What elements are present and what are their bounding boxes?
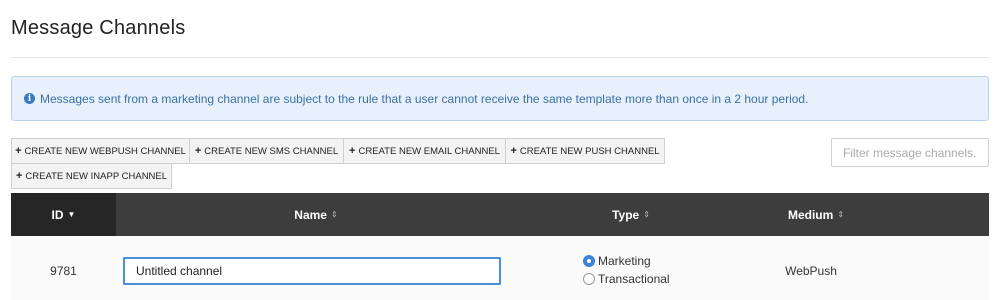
radio-checked-icon xyxy=(583,255,595,267)
plus-icon: + xyxy=(15,170,23,182)
table-row: 9781 Marketing Transactional WebPush xyxy=(11,236,989,300)
row-medium: WebPush xyxy=(785,264,837,278)
info-text: Messages sent from a marketing channel a… xyxy=(40,91,809,106)
button-label: CREATE NEW WEBPUSH CHANNEL xyxy=(24,145,186,157)
create-inapp-channel-button[interactable]: + CREATE NEW INAPP CHANNEL xyxy=(11,163,172,189)
filter-input[interactable] xyxy=(831,138,989,167)
plus-icon: + xyxy=(194,145,202,157)
create-email-channel-button[interactable]: + CREATE NEW EMAIL CHANNEL xyxy=(343,138,506,164)
column-header-name[interactable]: Name ⇕ xyxy=(116,193,516,236)
sort-icon: ⇕ xyxy=(643,210,650,219)
plus-icon: + xyxy=(510,145,517,157)
type-radio-marketing[interactable]: Marketing xyxy=(583,254,651,268)
row-id: 9781 xyxy=(50,264,77,278)
plus-icon: + xyxy=(15,145,22,157)
sort-icon: ⇕ xyxy=(837,210,845,219)
radio-label: Marketing xyxy=(598,254,651,268)
button-label: CREATE NEW PUSH CHANNEL xyxy=(519,145,660,157)
info-banner: i Messages sent from a marketing channel… xyxy=(11,76,989,121)
column-header-label: ID xyxy=(51,207,64,222)
sort-icon: ⇕ xyxy=(330,210,338,219)
channels-table: ID ▼ Name ⇕ Type ⇕ Medium ⇕ 9781 Marketi… xyxy=(11,193,989,300)
column-header-medium[interactable]: Medium ⇕ xyxy=(731,193,901,236)
table-header: ID ▼ Name ⇕ Type ⇕ Medium ⇕ xyxy=(11,193,989,236)
button-label: CREATE NEW EMAIL CHANNEL xyxy=(358,145,500,157)
channel-name-input[interactable] xyxy=(123,257,501,285)
button-label: CREATE NEW INAPP CHANNEL xyxy=(25,170,168,182)
info-icon: i xyxy=(24,93,35,104)
column-header-label: Name xyxy=(294,207,327,222)
create-webpush-channel-button[interactable]: + CREATE NEW WEBPUSH CHANNEL xyxy=(11,138,190,164)
button-label: CREATE NEW SMS CHANNEL xyxy=(204,145,339,157)
title-divider xyxy=(11,57,989,58)
column-header-label: Type xyxy=(612,207,640,222)
caret-down-icon: ▼ xyxy=(67,210,76,219)
radio-label: Transactional xyxy=(598,272,670,286)
create-push-channel-button[interactable]: + CREATE NEW PUSH CHANNEL xyxy=(505,138,665,164)
create-sms-channel-button[interactable]: + CREATE NEW SMS CHANNEL xyxy=(189,138,344,164)
page-title: Message Channels xyxy=(11,17,186,39)
type-radio-transactional[interactable]: Transactional xyxy=(583,272,670,286)
radio-unchecked-icon xyxy=(583,273,595,285)
column-header-label: Medium xyxy=(787,207,834,222)
column-header-type[interactable]: Type ⇕ xyxy=(541,193,721,236)
column-header-id[interactable]: ID ▼ xyxy=(11,193,116,236)
plus-icon: + xyxy=(349,145,356,157)
